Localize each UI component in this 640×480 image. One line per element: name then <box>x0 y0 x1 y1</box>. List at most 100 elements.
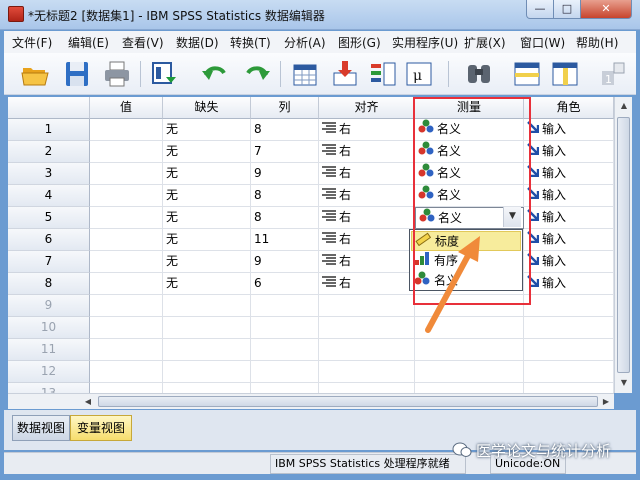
empty-cell[interactable] <box>415 361 524 383</box>
split-file-icon[interactable]: 1 <box>596 59 626 89</box>
align-cell[interactable]: 右 <box>319 207 415 229</box>
row-number[interactable]: 6 <box>8 229 90 251</box>
empty-cell[interactable] <box>415 295 524 317</box>
menu-analyze[interactable]: 分析(A) <box>284 34 326 51</box>
row-number[interactable]: 4 <box>8 185 90 207</box>
empty-cell[interactable] <box>319 317 415 339</box>
measure-option-ordinal[interactable]: 有序 <box>411 251 521 271</box>
values-cell[interactable] <box>90 119 163 141</box>
align-cell[interactable]: 右 <box>319 229 415 251</box>
row-number[interactable]: 10 <box>8 317 90 339</box>
variables-icon[interactable] <box>368 59 398 89</box>
empty-cell[interactable] <box>163 317 251 339</box>
columns-cell[interactable]: 7 <box>251 141 319 163</box>
empty-cell[interactable] <box>524 295 614 317</box>
scroll-down-icon[interactable]: ▼ <box>616 375 632 391</box>
role-cell[interactable]: 输入 <box>524 273 614 295</box>
measure-cell[interactable]: 名义 <box>415 141 524 163</box>
horizontal-scroll-thumb[interactable] <box>98 396 598 407</box>
columns-cell[interactable]: 9 <box>251 163 319 185</box>
print-icon[interactable] <box>102 59 132 89</box>
empty-cell[interactable] <box>319 361 415 383</box>
minimize-button[interactable]: — <box>526 0 554 19</box>
close-button[interactable]: ✕ <box>580 0 632 19</box>
menu-window[interactable]: 窗口(W) <box>520 34 565 51</box>
empty-cell[interactable] <box>319 339 415 361</box>
empty-cell[interactable] <box>163 339 251 361</box>
missing-cell[interactable]: 无 <box>163 229 251 251</box>
column-header-measure[interactable]: 测量 <box>415 97 524 119</box>
columns-cell[interactable]: 6 <box>251 273 319 295</box>
row-number[interactable]: 2 <box>8 141 90 163</box>
column-header-missing[interactable]: 缺失 <box>163 97 251 119</box>
align-cell[interactable]: 右 <box>319 163 415 185</box>
role-cell[interactable]: 输入 <box>524 141 614 163</box>
align-cell[interactable]: 右 <box>319 141 415 163</box>
goto-variable-icon[interactable] <box>330 59 360 89</box>
tab-data-view[interactable]: 数据视图 <box>12 415 70 441</box>
align-cell[interactable]: 右 <box>319 119 415 141</box>
horizontal-scrollbar[interactable]: ◀ ▶ <box>8 393 614 409</box>
save-icon[interactable] <box>62 59 92 89</box>
empty-cell[interactable] <box>90 317 163 339</box>
dialog-recall-icon[interactable] <box>150 59 180 89</box>
vertical-scroll-thumb[interactable] <box>617 117 630 373</box>
role-cell[interactable]: 输入 <box>524 207 614 229</box>
row-number[interactable]: 3 <box>8 163 90 185</box>
run-descriptives-icon[interactable]: μ <box>404 59 434 89</box>
missing-cell[interactable]: 无 <box>163 273 251 295</box>
insert-variable-icon[interactable] <box>550 59 580 89</box>
measure-dropdown-arrow[interactable]: ▼ <box>503 207 521 227</box>
insert-cases-icon[interactable] <box>512 59 542 89</box>
columns-cell[interactable]: 8 <box>251 185 319 207</box>
align-cell[interactable]: 右 <box>319 273 415 295</box>
columns-cell[interactable]: 8 <box>251 119 319 141</box>
values-cell[interactable] <box>90 185 163 207</box>
missing-cell[interactable]: 无 <box>163 141 251 163</box>
row-number[interactable]: 11 <box>8 339 90 361</box>
role-cell[interactable]: 输入 <box>524 119 614 141</box>
empty-cell[interactable] <box>163 295 251 317</box>
columns-cell[interactable]: 8 <box>251 207 319 229</box>
empty-cell[interactable] <box>163 383 251 393</box>
empty-cell[interactable] <box>319 383 415 393</box>
values-cell[interactable] <box>90 163 163 185</box>
measure-cell[interactable]: 名义 <box>415 185 524 207</box>
empty-cell[interactable] <box>251 317 319 339</box>
measure-cell[interactable]: 名义 <box>415 119 524 141</box>
row-number[interactable]: 8 <box>8 273 90 295</box>
empty-cell[interactable] <box>163 361 251 383</box>
find-icon[interactable] <box>464 59 494 89</box>
align-cell[interactable]: 右 <box>319 251 415 273</box>
menu-transform[interactable]: 转换(T) <box>230 34 271 51</box>
row-number[interactable]: 9 <box>8 295 90 317</box>
missing-cell[interactable]: 无 <box>163 251 251 273</box>
empty-cell[interactable] <box>524 317 614 339</box>
menu-graphs[interactable]: 图形(G) <box>338 34 381 51</box>
missing-cell[interactable]: 无 <box>163 119 251 141</box>
empty-cell[interactable] <box>319 295 415 317</box>
row-number[interactable]: 5 <box>8 207 90 229</box>
empty-cell[interactable] <box>90 361 163 383</box>
empty-cell[interactable] <box>524 339 614 361</box>
values-cell[interactable] <box>90 229 163 251</box>
missing-cell[interactable]: 无 <box>163 163 251 185</box>
empty-cell[interactable] <box>90 383 163 393</box>
menu-data[interactable]: 数据(D) <box>176 34 219 51</box>
measure-cell[interactable]: 名义 <box>415 163 524 185</box>
scroll-left-icon[interactable]: ◀ <box>80 394 96 410</box>
columns-cell[interactable]: 9 <box>251 251 319 273</box>
row-number[interactable]: 13 <box>8 383 90 393</box>
role-cell[interactable]: 输入 <box>524 163 614 185</box>
empty-cell[interactable] <box>524 383 614 393</box>
role-cell[interactable]: 输入 <box>524 229 614 251</box>
values-cell[interactable] <box>90 273 163 295</box>
values-cell[interactable] <box>90 141 163 163</box>
missing-cell[interactable]: 无 <box>163 185 251 207</box>
menu-utilities[interactable]: 实用程序(U) <box>392 34 458 51</box>
undo-icon[interactable] <box>200 59 230 89</box>
role-cell[interactable]: 输入 <box>524 185 614 207</box>
redo-icon[interactable] <box>242 59 272 89</box>
scroll-up-icon[interactable]: ▲ <box>616 98 632 114</box>
empty-cell[interactable] <box>415 317 524 339</box>
